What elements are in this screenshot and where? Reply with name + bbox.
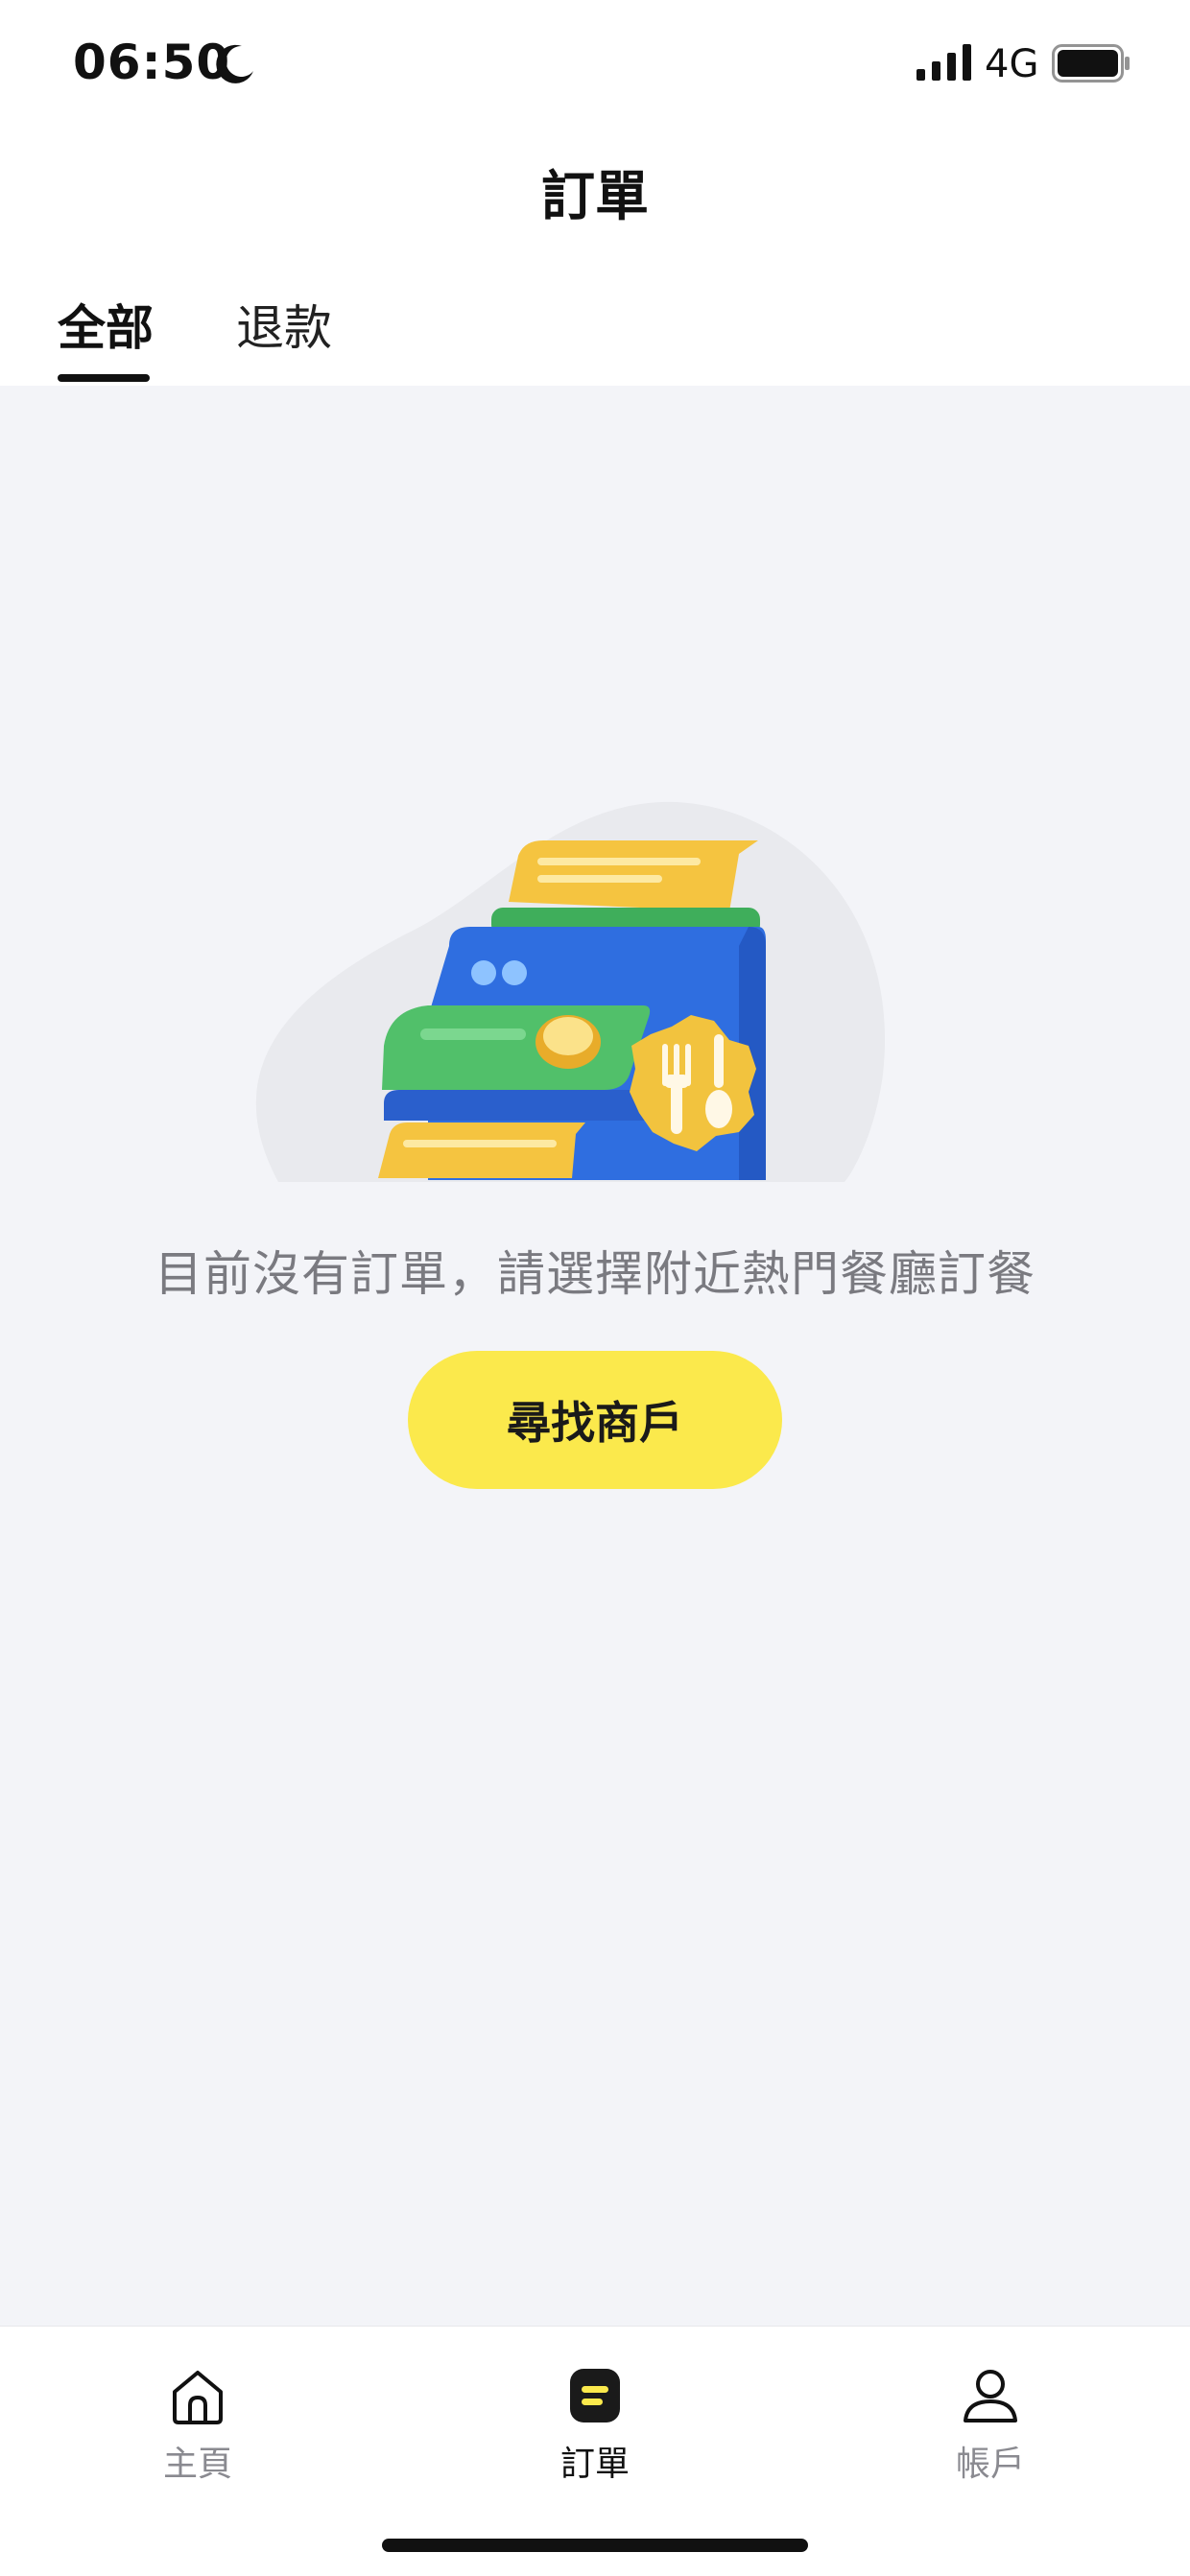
active-tab-indicator — [58, 374, 150, 382]
home-icon — [173, 2371, 223, 2424]
home-indicator — [382, 2539, 808, 2552]
tab-refund[interactable]: 退款 — [236, 290, 332, 359]
receipt-printer-illustration — [255, 801, 886, 1182]
nav-label-home: 主頁 — [162, 2445, 232, 2484]
status-time: 06:50 — [73, 35, 231, 90]
nav-label-orders: 訂單 — [559, 2445, 630, 2484]
signal-icon — [916, 44, 971, 81]
empty-state-message: 目前沒有訂單，請選擇附近熱門餐廳訂餐 — [155, 1246, 1035, 1302]
network-type: 4G — [985, 42, 1039, 86]
tab-all[interactable]: 全部 — [58, 290, 154, 359]
battery-icon — [1052, 44, 1130, 83]
nav-label-account: 帳戶 — [955, 2445, 1025, 2484]
nav-item-home[interactable]: 主頁 — [102, 2365, 294, 2499]
moon-icon — [216, 44, 253, 83]
nav-item-orders[interactable]: 訂單 — [499, 2365, 691, 2499]
nav-item-account[interactable]: 帳戶 — [894, 2365, 1086, 2499]
top-header-area: 06:50 4G 訂單 全部 退款 — [0, 0, 1190, 386]
page-title: 訂單 — [541, 166, 649, 228]
find-merchants-button[interactable]: 尋找商戶 — [408, 1351, 782, 1489]
account-icon — [964, 2370, 1017, 2422]
orders-icon — [570, 2369, 620, 2422]
